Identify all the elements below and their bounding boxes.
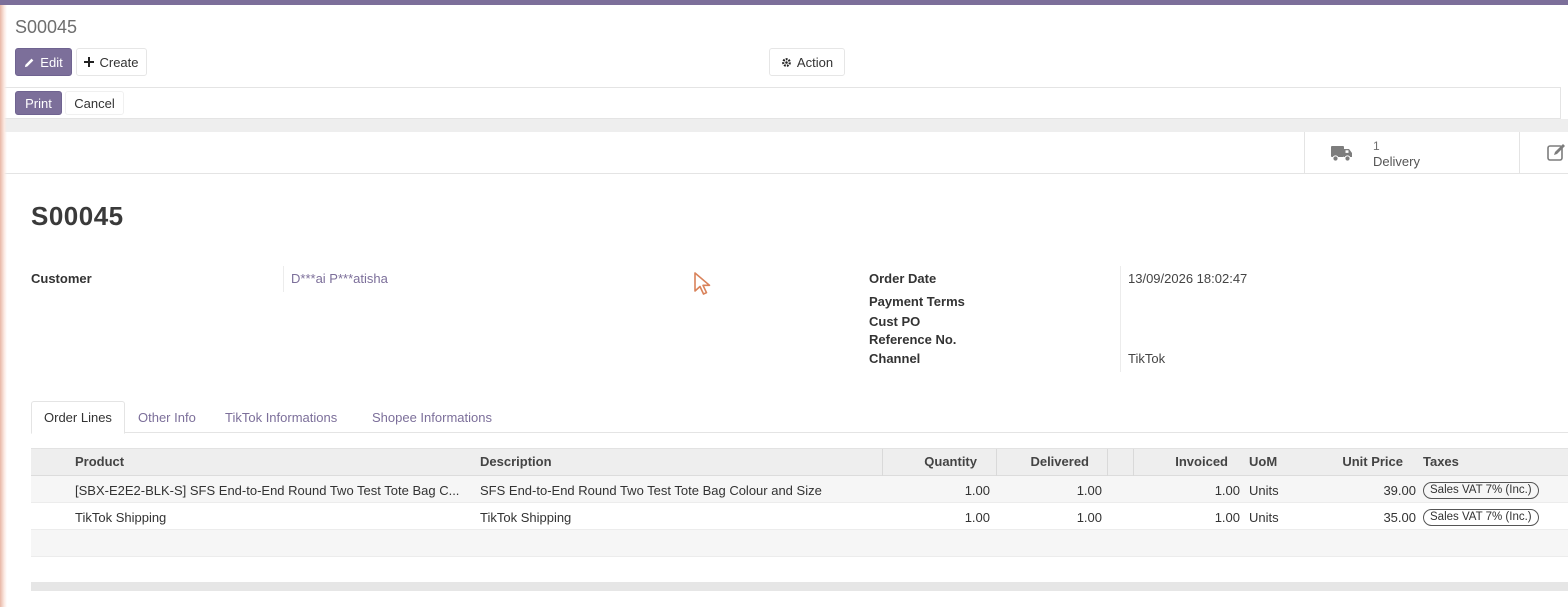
breadcrumb[interactable]: S00045 — [15, 17, 77, 38]
top-accent-bar — [0, 0, 1568, 5]
column-header-taxes[interactable]: Taxes — [1423, 454, 1459, 469]
payment-terms-label: Payment Terms — [869, 294, 965, 309]
edit-button[interactable]: Edit — [15, 48, 72, 76]
gear-icon — [782, 57, 791, 67]
tab-shopee-informations[interactable]: Shopee Informations — [360, 401, 504, 433]
field-divider — [283, 266, 284, 292]
quantity-cell: 1.00 — [964, 483, 990, 498]
product-cell[interactable]: [SBX-E2E2-BLK-S] SFS End-to-End Round Tw… — [75, 483, 459, 498]
cancel-button[interactable]: Cancel — [65, 91, 124, 115]
status-bar — [0, 87, 1561, 119]
plus-icon — [84, 57, 95, 67]
edit-note-icon[interactable] — [1547, 143, 1567, 162]
column-header-description[interactable]: Description — [480, 454, 552, 469]
channel-value: TikTok — [1128, 351, 1166, 366]
unit-price-cell: 39.00 — [1383, 483, 1416, 498]
empty-row — [31, 557, 1568, 584]
invoiced-cell: 1.00 — [1214, 483, 1240, 498]
column-separator — [1107, 449, 1108, 476]
tab-other-info[interactable]: Other Info — [126, 401, 208, 433]
uom-cell: Units — [1249, 510, 1279, 525]
action-button[interactable]: Action — [769, 48, 845, 76]
empty-row — [31, 530, 1568, 557]
pencil-icon — [25, 58, 34, 67]
order-date-value: 13/09/2026 18:02:47 — [1128, 271, 1248, 286]
delivery-label: Delivery — [1373, 154, 1420, 169]
uom-cell: Units — [1249, 483, 1279, 498]
reference-no-label: Reference No. — [869, 332, 957, 347]
table-footer — [31, 582, 1568, 591]
print-button-label: Print — [25, 95, 52, 111]
print-button[interactable]: Print — [15, 91, 62, 115]
field-divider — [1120, 266, 1121, 372]
cust-po-label: Cust PO — [869, 314, 921, 329]
tax-badge: Sales VAT 7% (Inc.) — [1423, 509, 1539, 526]
delivered-cell: 1.00 — [1076, 510, 1102, 525]
tab-order-lines[interactable]: Order Lines — [31, 401, 125, 434]
sheet-background — [0, 119, 1568, 132]
unit-price-cell: 35.00 — [1383, 510, 1416, 525]
mouse-cursor-icon — [694, 272, 711, 295]
edit-button-label: Edit — [40, 54, 63, 70]
column-header-uom[interactable]: UoM — [1249, 454, 1277, 469]
cancel-button-label: Cancel — [74, 95, 115, 111]
description-cell: SFS End-to-End Round Two Test Tote Bag C… — [480, 483, 822, 498]
record-title: S00045 — [31, 201, 124, 231]
tax-badge: Sales VAT 7% (Inc.) — [1423, 482, 1539, 499]
customer-label: Customer — [31, 271, 92, 286]
quantity-cell: 1.00 — [964, 510, 990, 525]
invoiced-cell: 1.00 — [1214, 510, 1240, 525]
column-header-invoiced[interactable]: Invoiced — [1133, 454, 1228, 469]
tab-tiktok-informations[interactable]: TikTok Informations — [213, 401, 349, 433]
column-header-unit-price[interactable]: Unit Price — [1300, 454, 1403, 469]
column-header-quantity[interactable]: Quantity — [882, 454, 977, 469]
channel-label: Channel — [869, 351, 921, 366]
product-cell[interactable]: TikTok Shipping — [75, 510, 166, 525]
delivered-cell: 1.00 — [1076, 483, 1102, 498]
column-header-delivered[interactable]: Delivered — [996, 454, 1089, 469]
customer-value-link[interactable]: D***ai P***atisha — [291, 271, 388, 286]
column-header-product[interactable]: Product — [75, 454, 124, 469]
description-cell: TikTok Shipping — [480, 510, 572, 525]
truck-icon — [1331, 146, 1352, 162]
delivery-count: 1 — [1373, 139, 1380, 153]
action-button-label: Action — [796, 54, 834, 70]
window-edge-shadow — [0, 5, 7, 607]
create-button-label: Create — [99, 54, 139, 70]
order-date-label: Order Date — [869, 271, 937, 286]
create-button[interactable]: Create — [76, 48, 147, 76]
